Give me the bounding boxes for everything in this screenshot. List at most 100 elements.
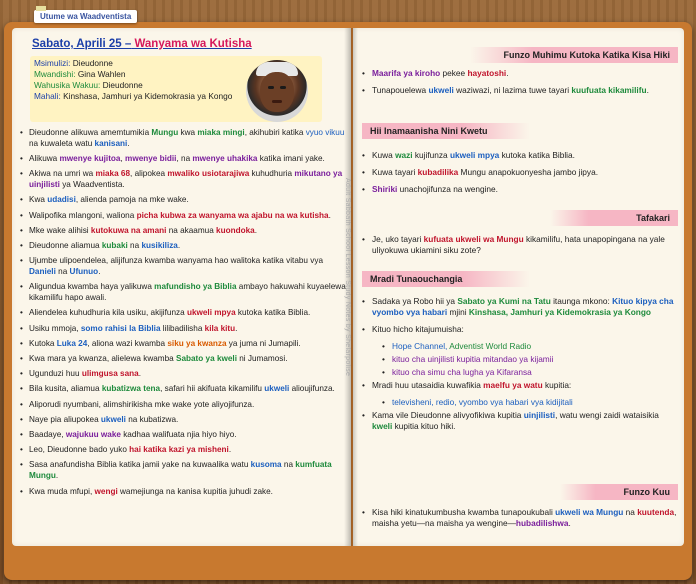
text-run: Aliporudi nyumbani, alimshirikisha mke w…: [29, 399, 255, 409]
text-run: kwa: [178, 128, 198, 137]
text-run: kusoma: [250, 460, 282, 470]
text-run: Ugunduzi huu: [29, 369, 82, 379]
list-item: Usiku mmoja, somo rahisi la Biblia lilib…: [20, 324, 350, 335]
text-run: na: [623, 507, 638, 517]
text-run: maelfu ya watu: [483, 380, 543, 390]
list-item: Mke wake alihisi kutokuwa na amani na ak…: [20, 226, 350, 237]
text-run: kujifunza: [412, 150, 450, 160]
text-run: .: [254, 225, 257, 235]
text-run: Kuwa: [372, 150, 396, 160]
list-item: Hope Channel, Adventist World Radio: [382, 341, 680, 352]
text-run: Naye pia aliupokea: [29, 414, 101, 424]
banner-reflection: Tafakari: [550, 210, 678, 226]
text-run: Kwa mara ya kwanza, alielewa kwamba: [29, 354, 176, 364]
text-run: .: [506, 68, 509, 78]
list-item: televisheni, redio, vyombo vya habari vy…: [382, 397, 680, 408]
text-run: na: [55, 267, 70, 277]
list-item: Walipofika mlangoni, waliona picha kubwa…: [20, 211, 350, 222]
text-run: ulimgusa sana: [81, 369, 139, 379]
banner-main-lesson: Funzo Kuu: [560, 484, 678, 500]
text-run: , alienda pamoja na mke wake.: [75, 195, 189, 205]
reflection-list: Je, uko tayari kufuata ukweli wa Mungu k…: [362, 234, 680, 262]
text-run: kuondoka: [216, 225, 255, 235]
text-run: Tunapouelewa: [372, 85, 429, 95]
text-run: Kutoka: [29, 338, 57, 348]
text-run: ukweli: [264, 384, 290, 394]
list-item: Dieudonne alikuwa amemtumikia Mungu kwa …: [20, 128, 350, 150]
text-run: wajukuu wake: [65, 430, 121, 440]
list-item: Kutoka Luka 24, aliona wazi kwamba siku …: [20, 339, 350, 350]
project-impact: Kama vile Dieudonne alivyofikiwa kupitia…: [362, 410, 680, 432]
text-run: kituo cha simu cha lugha ya Kifaransa: [392, 367, 532, 377]
author-key: Mwandishi:: [34, 69, 76, 79]
text-run: Ujumbe ulipoendelea, alijifunza kwamba w…: [29, 256, 324, 266]
text-run: kweli: [372, 421, 393, 431]
text-run: Kinshasa, Jamhuri ya Kidemokrasia ya Kon…: [468, 307, 651, 317]
text-run: Sasa anafundisha Biblia katika jamii yak…: [29, 460, 251, 470]
banner-meaning: Hii Inamaanisha Nini Kwetu: [362, 123, 530, 139]
list-item: kituo cha uinjilisti kupitia mitandao ya…: [382, 354, 680, 365]
text-run: mjini: [447, 307, 469, 317]
project-section: Sadaka ya Robo hii ya Sabato ya Kumi na …: [362, 296, 680, 438]
text-run: Kuwa tayari: [372, 167, 418, 177]
text-run: miaka mingi: [197, 128, 245, 137]
text-run: .: [235, 323, 238, 333]
text-run: Walipofika mlangoni, waliona: [29, 210, 137, 220]
text-run: katika imani yake.: [257, 154, 325, 164]
text-run: ya juma ni Jumapili.: [226, 338, 301, 348]
text-run: Maarifa ya kiroho: [372, 68, 441, 78]
list-item: Alikuwa mwenye kujitoa, mwenye bidii, na…: [20, 154, 350, 165]
text-run: pekee: [440, 68, 468, 78]
text-run: kupitia kituo hiki.: [392, 421, 456, 431]
text-run: kuufuata kikamilifu: [571, 85, 647, 95]
text-run: Je, uko tayari: [372, 234, 424, 244]
text-run: Dieudonne alikuwa amemtumikia: [29, 128, 152, 137]
text-run: ukweli: [428, 85, 454, 95]
text-run: Akiwa na umri wa: [29, 169, 96, 179]
project-includes-list: Hope Channel, Adventist World Radio kituo…: [362, 341, 680, 378]
text-run: kutokuwa na amani: [90, 225, 167, 235]
text-run: , aliona wazi kwamba: [87, 338, 168, 348]
list-item: Tunapouelewa ukweli waziwazi, ni lazima …: [362, 85, 680, 96]
text-run: Dieudonne aliamua: [29, 241, 102, 251]
text-run: , na: [176, 154, 193, 164]
text-run: kubaki: [101, 241, 128, 251]
text-run: na kubatizwa.: [125, 414, 179, 424]
title-date: Sabato, Aprili 25 –: [32, 38, 132, 50]
project-offering: Sadaka ya Robo hii ya Sabato ya Kumi na …: [362, 296, 680, 318]
text-run: kanisani: [94, 138, 128, 148]
text-run: wengi: [94, 486, 118, 496]
text-run: Hope Channel,: [392, 341, 450, 351]
list-item: Naye pia aliupokea ukweli na kubatizwa.: [20, 415, 350, 426]
text-run: kutoka katika Biblia.: [235, 308, 311, 318]
text-run: vyuo vikuu: [305, 128, 345, 137]
avatar: [246, 60, 308, 122]
text-run: Sabato ya kweli: [175, 354, 237, 364]
story-info: Msimulizi: Dieudonne Mwandishi: Gina Wah…: [34, 58, 244, 102]
text-run: .: [646, 85, 649, 95]
text-run: kituo cha uinjilisti kupitia mitandao ya…: [392, 354, 554, 364]
list-item: Shiriki unachojifunza na wengine.: [362, 184, 680, 195]
place-value: Kinshasa, Jamhuri ya Kidemokrasia ya Kon…: [63, 91, 233, 101]
main-lesson-list: Kisa hiki kinatukumbusha kwamba tunapouk…: [362, 507, 680, 535]
text-run: na: [127, 241, 142, 251]
list-item: Baadaye, wajukuu wake kadhaa walifuata n…: [20, 430, 350, 441]
text-run: Usiku mmoja,: [29, 323, 81, 333]
list-item: Leo, Dieudonne bado yuko hai katika kazi…: [20, 445, 350, 456]
text-run: .: [568, 518, 571, 528]
project-includes: Kituo hicho kitajumuisha:: [362, 324, 680, 335]
text-run: Adventist World Radio: [449, 341, 532, 351]
list-item: Sasa anafundisha Biblia katika jamii yak…: [20, 460, 350, 482]
text-run: , alipokea: [130, 169, 168, 179]
text-run: Luka 24: [56, 338, 88, 348]
text-run: mafundisho ya Biblia: [154, 282, 237, 292]
text-run: .: [55, 471, 59, 481]
text-run: Aliendelea kuhudhuria kila usiku, akijif…: [29, 308, 187, 318]
list-item: Kwa mara ya kwanza, alielewa kwamba Saba…: [20, 354, 350, 365]
text-run: hubadilishwa: [515, 518, 569, 528]
list-item: Kwa muda mfupi, wengi wamejiunga na kani…: [20, 487, 350, 498]
right-page: [353, 28, 684, 546]
text-run: , watu wengi zaidi wataisikia: [555, 410, 659, 420]
place-key: Mahali:: [34, 91, 61, 101]
project-channels-list: televisheni, redio, vyombo vya habari vy…: [362, 397, 680, 408]
